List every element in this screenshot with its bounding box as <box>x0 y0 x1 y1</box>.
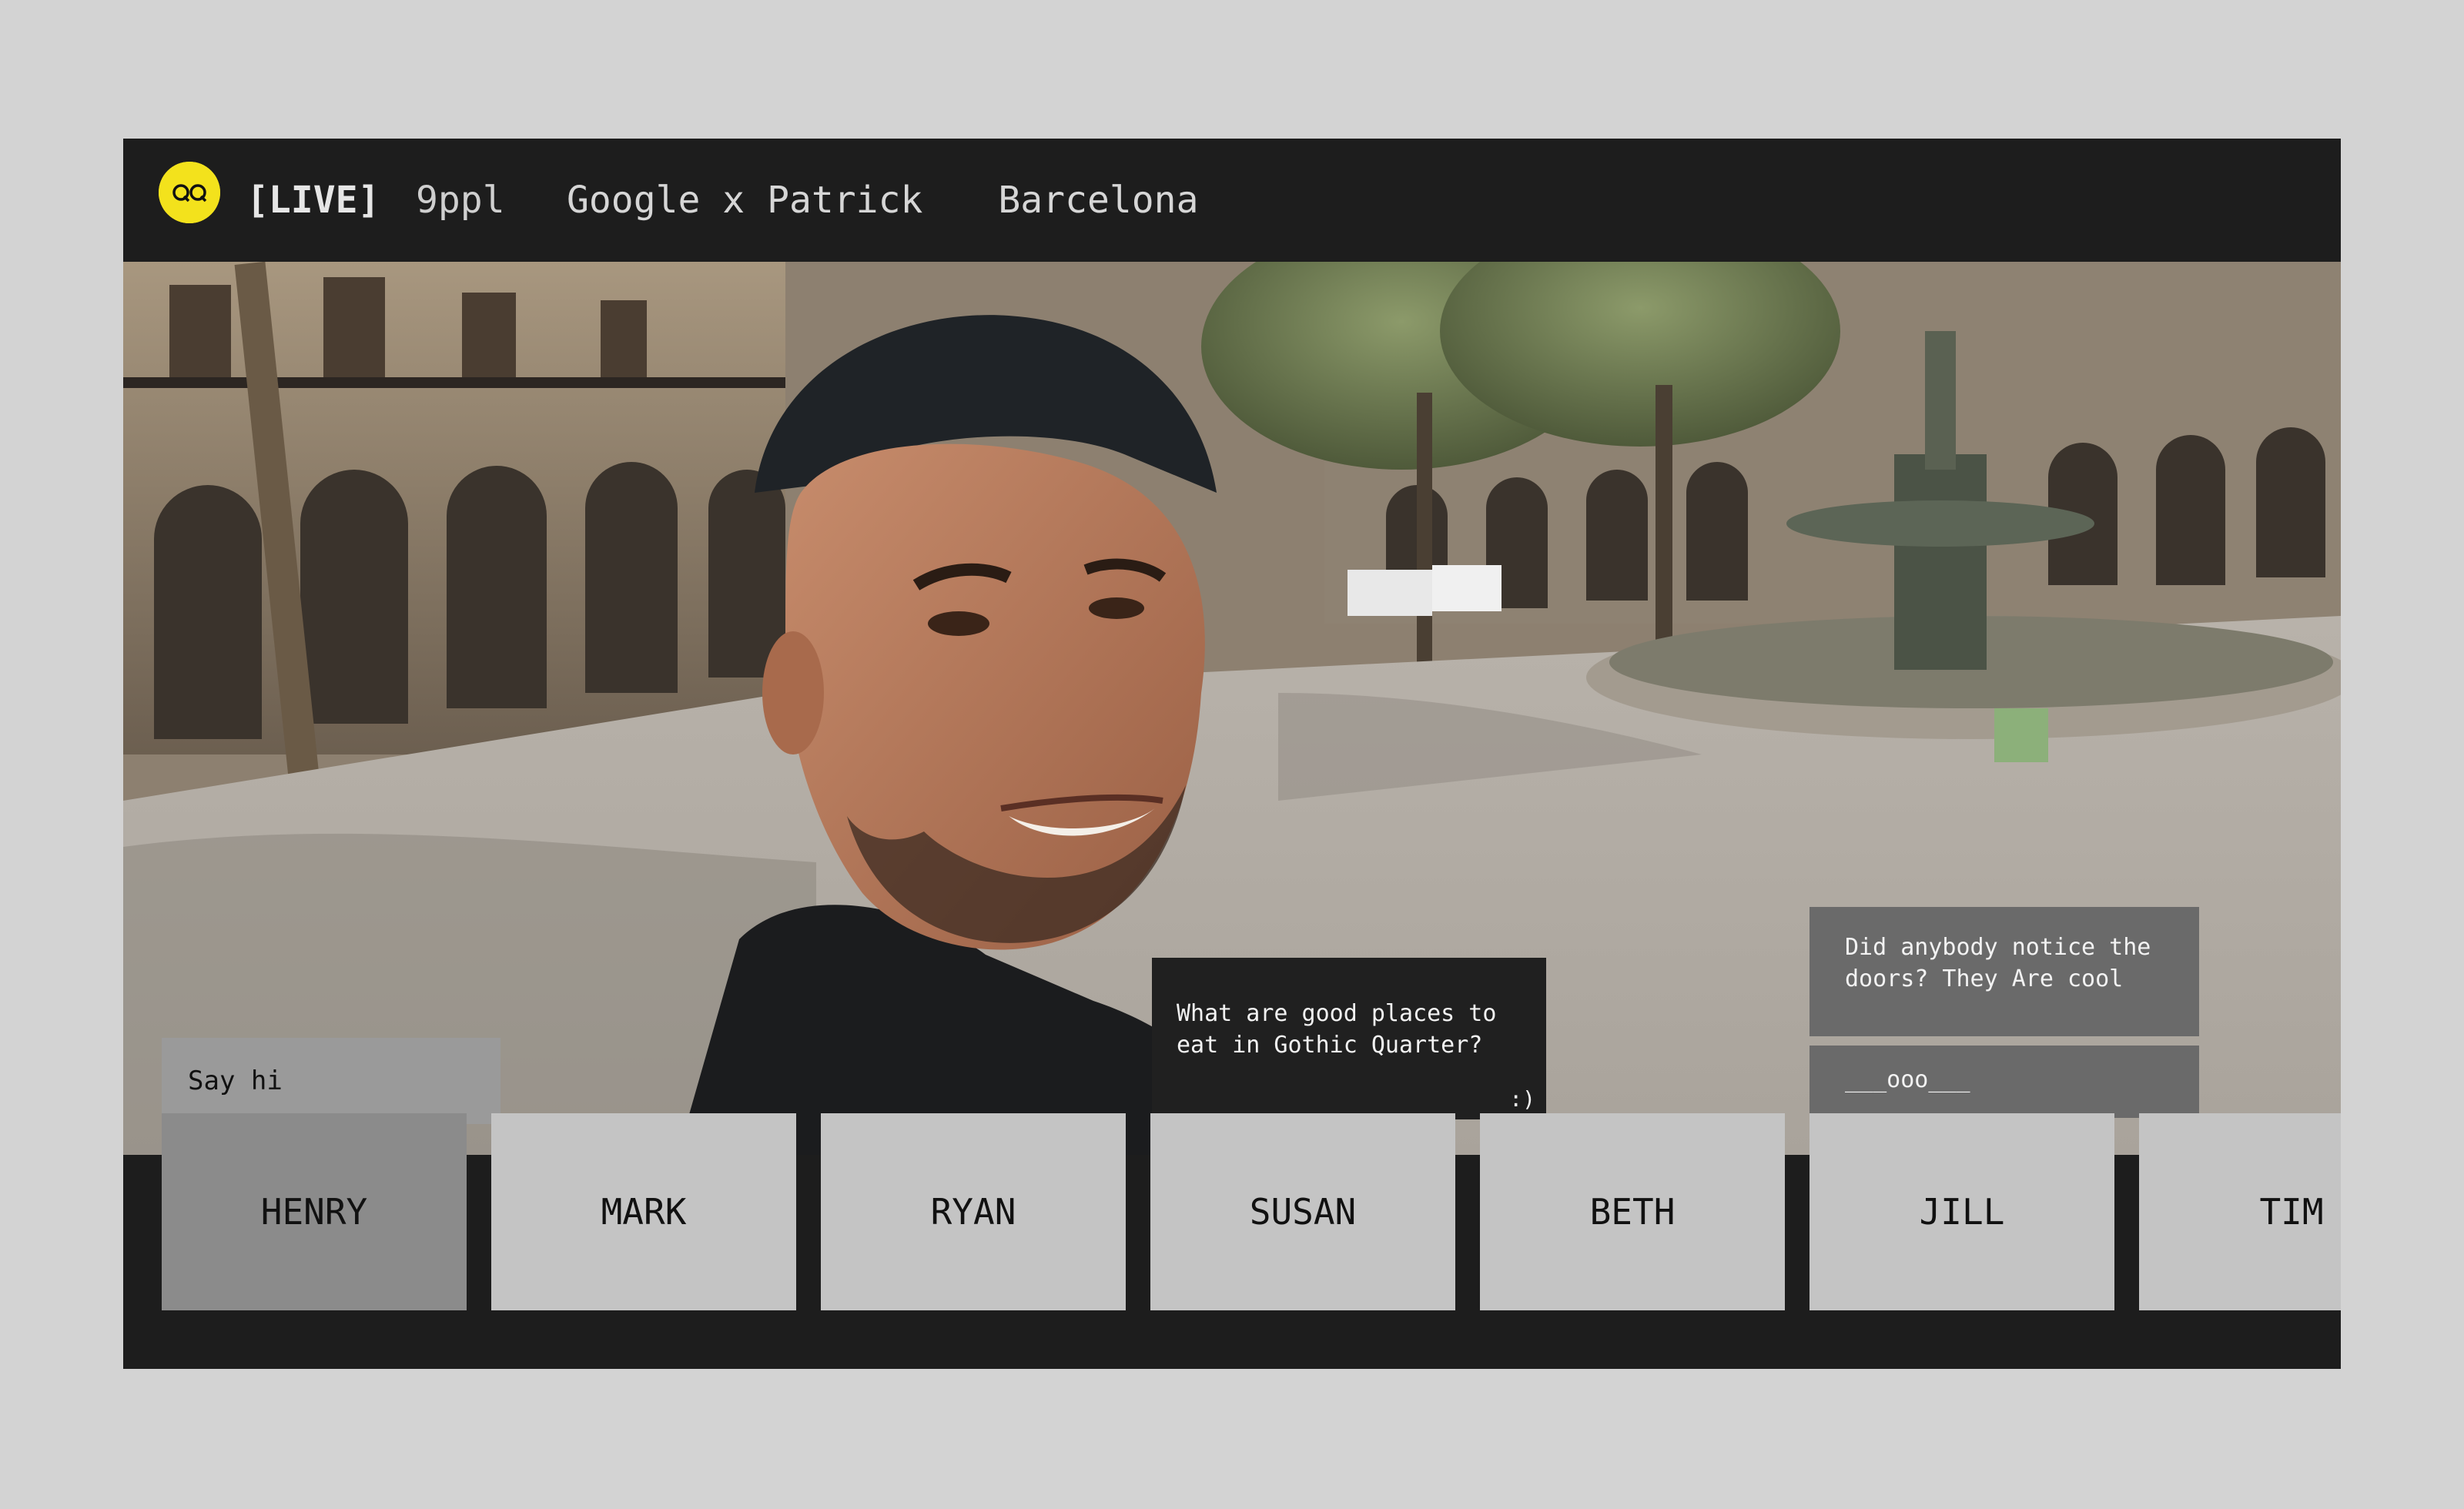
participant-strip: HENRY MARK RYAN SUSAN BETH JILL TIM <box>123 1113 2341 1369</box>
stream-title: Google x Patrick Barcelona <box>567 176 1199 316</box>
chat-message-text: What are good places to eat in Gothic Qu… <box>1177 1000 1497 1059</box>
header-bar: [LIVE] 9ppl Google x Patrick Barcelona <box>123 139 2341 316</box>
chat-input[interactable] <box>162 1038 500 1124</box>
chat-message-text: Did anybody notice the doors? They Are c… <box>1845 934 2151 992</box>
participant-tile-susan[interactable]: SUSAN <box>1150 1113 1455 1310</box>
stream-title-left: Google x Patrick <box>567 179 923 222</box>
participant-tile-tim[interactable]: TIM <box>2139 1113 2341 1310</box>
chat-message-text: ___ooo___ <box>1845 1066 1970 1093</box>
chat-message-3: ___ooo___ <box>1810 1046 2199 1118</box>
qq-logo[interactable] <box>159 162 220 223</box>
live-badge: [LIVE] <box>246 179 380 222</box>
participant-tile-jill[interactable]: JILL <box>1810 1113 2114 1310</box>
live-stream-app: [LIVE] 9ppl Google x Patrick Barcelona S… <box>123 139 2341 1369</box>
participant-tile-mark[interactable]: MARK <box>491 1113 796 1310</box>
chat-message-1: What are good places to eat in Gothic Qu… <box>1152 958 1546 1119</box>
qq-logo-icon <box>159 162 220 223</box>
chat-message-2: Did anybody notice the doors? They Are c… <box>1810 907 2199 1036</box>
participant-tile-ryan[interactable]: RYAN <box>821 1113 1126 1310</box>
airplane-icon <box>939 179 981 316</box>
participant-tile-beth[interactable]: BETH <box>1480 1113 1785 1310</box>
chat-reaction[interactable]: :) <box>1509 1083 1535 1115</box>
participant-tile-henry[interactable]: HENRY <box>162 1113 467 1310</box>
stream-title-right: Barcelona <box>998 179 1199 222</box>
viewer-count: 9ppl <box>416 179 505 222</box>
